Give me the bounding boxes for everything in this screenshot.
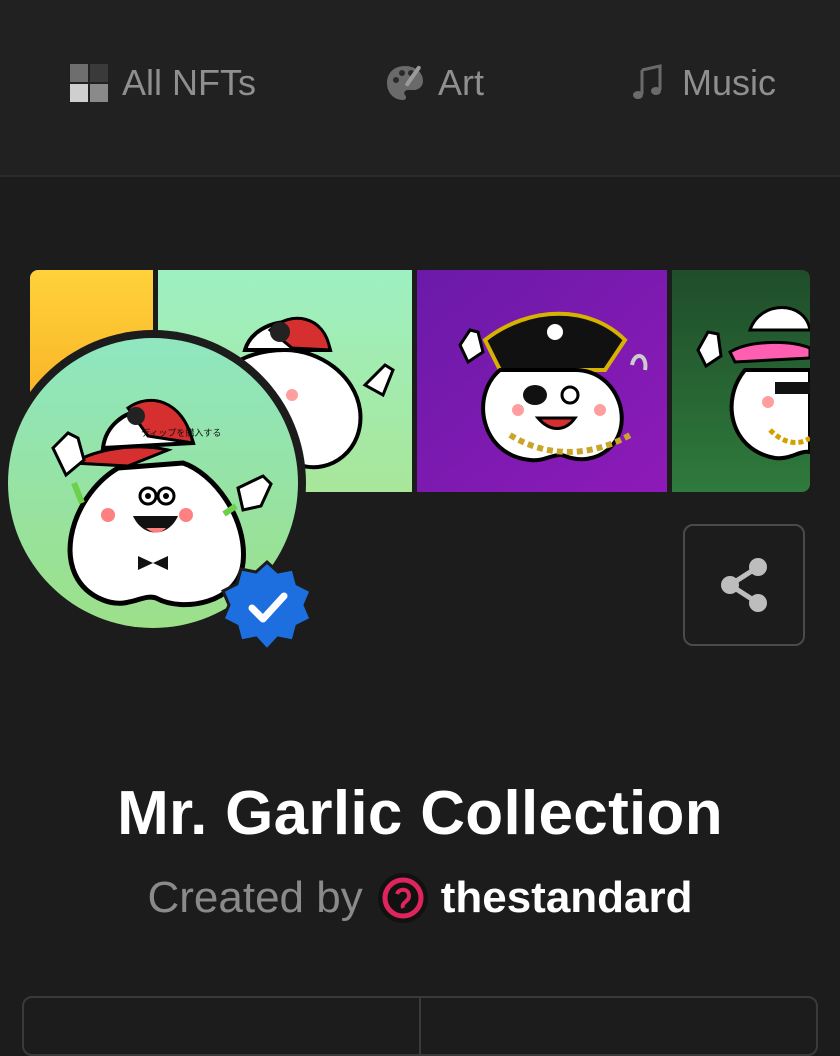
tab-all-nfts[interactable]: All NFTs (68, 58, 256, 108)
collection-title: Mr. Garlic Collection (117, 779, 723, 848)
tab-label: Art (438, 62, 485, 103)
share-button[interactable] (683, 524, 805, 646)
creator-name-link[interactable]: thestandard (441, 873, 693, 923)
share-icon (721, 558, 767, 612)
stat-box (419, 998, 816, 1054)
cap-text: ディップを購入する (141, 427, 221, 439)
stat-box (24, 998, 419, 1054)
verified-badge-icon (221, 559, 313, 653)
created-by-label: Created by (147, 873, 363, 922)
grid-squares-icon (70, 64, 108, 102)
collection-stats (22, 996, 818, 1056)
tab-music[interactable]: Music (628, 58, 776, 108)
palette-icon (387, 65, 423, 100)
creator-line: Created by thestandard (0, 872, 840, 924)
category-tabs: All NFTs Art Music (0, 0, 840, 177)
tab-art[interactable]: Art (384, 58, 484, 108)
music-notes-icon (633, 64, 662, 99)
tab-label: All NFTs (122, 62, 256, 103)
creator-avatar-icon[interactable] (377, 872, 429, 924)
tab-label: Music (682, 62, 777, 103)
